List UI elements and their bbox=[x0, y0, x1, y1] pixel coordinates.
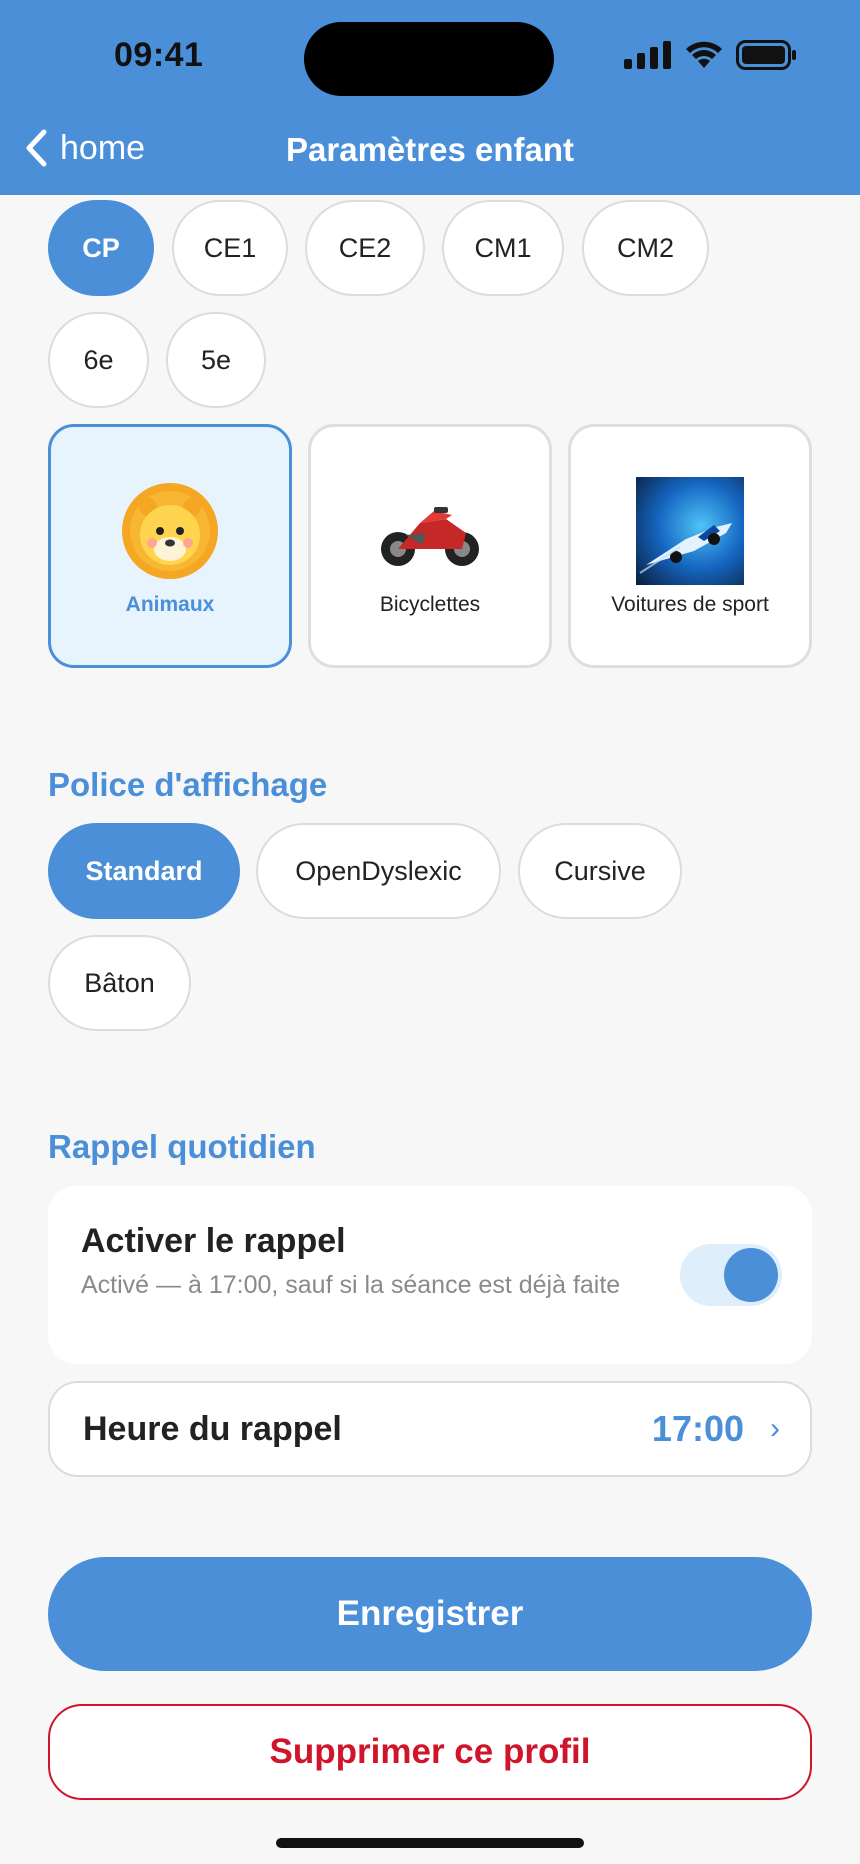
reminder-section-title: Rappel quotidien bbox=[48, 1128, 316, 1165]
grade-chip-5e[interactable]: 5e bbox=[166, 312, 266, 408]
theme-card-bicyclettes[interactable]: Bicyclettes bbox=[308, 424, 552, 668]
theme-card-animaux[interactable]: Animaux bbox=[48, 424, 292, 668]
reminder-time-label: Heure du rappel bbox=[83, 1410, 342, 1448]
reminder-time-value: 17:00 bbox=[651, 1408, 744, 1449]
home-indicator bbox=[276, 1838, 584, 1848]
wifi-icon bbox=[686, 41, 722, 68]
theme-label: Voitures de sport bbox=[611, 593, 769, 616]
reminder-toggle[interactable] bbox=[680, 1244, 782, 1306]
battery-icon bbox=[736, 40, 796, 70]
font-chip-cursive[interactable]: Cursive bbox=[518, 823, 682, 919]
status-time: 09:41 bbox=[114, 36, 204, 74]
grade-chip-6e[interactable]: 6e bbox=[48, 312, 149, 408]
app-header: 09:41 home Paramètres enfant bbox=[0, 0, 860, 195]
status-icons bbox=[624, 40, 798, 70]
grade-chip-cp[interactable]: CP bbox=[48, 200, 154, 296]
grade-chip-ce1[interactable]: CE1 bbox=[172, 200, 288, 296]
grade-chip-cm1[interactable]: CM1 bbox=[442, 200, 564, 296]
reminder-toggle-subtitle: Activé — à 17:00, sauf si la séance est … bbox=[81, 1271, 621, 1299]
grade-chip-cm2[interactable]: CM2 bbox=[582, 200, 709, 296]
toggle-knob bbox=[724, 1248, 778, 1302]
chevron-right-icon: › bbox=[770, 1412, 780, 1445]
font-chip-standard[interactable]: Standard bbox=[48, 823, 240, 919]
reminder-toggle-title: Activer le rappel bbox=[81, 1222, 346, 1260]
theme-label: Animaux bbox=[125, 593, 215, 616]
reminder-time-row[interactable]: Heure du rappel 17:00 › bbox=[48, 1381, 812, 1477]
font-chip-opendyslexic[interactable]: OpenDyslexic bbox=[256, 823, 501, 919]
font-section-title: Police d'affichage bbox=[48, 766, 328, 803]
save-button[interactable]: Enregistrer bbox=[48, 1557, 812, 1671]
lion-icon bbox=[122, 483, 218, 579]
sport-car-icon bbox=[636, 477, 744, 585]
signal-icon bbox=[624, 41, 671, 69]
dynamic-island bbox=[304, 22, 554, 96]
theme-label: Bicyclettes bbox=[379, 593, 481, 616]
delete-profile-button[interactable]: Supprimer ce profil bbox=[48, 1704, 812, 1800]
page-title: Paramètres enfant bbox=[286, 131, 574, 168]
motorcycle-icon bbox=[381, 507, 479, 566]
reminder-card: Activer le rappel Activé — à 17:00, sauf… bbox=[48, 1186, 812, 1364]
font-chip-baton[interactable]: Bâton bbox=[48, 935, 191, 1031]
grade-chip-ce2[interactable]: CE2 bbox=[305, 200, 425, 296]
theme-card-voitures-de-sport[interactable]: Voitures de sport bbox=[568, 424, 812, 668]
